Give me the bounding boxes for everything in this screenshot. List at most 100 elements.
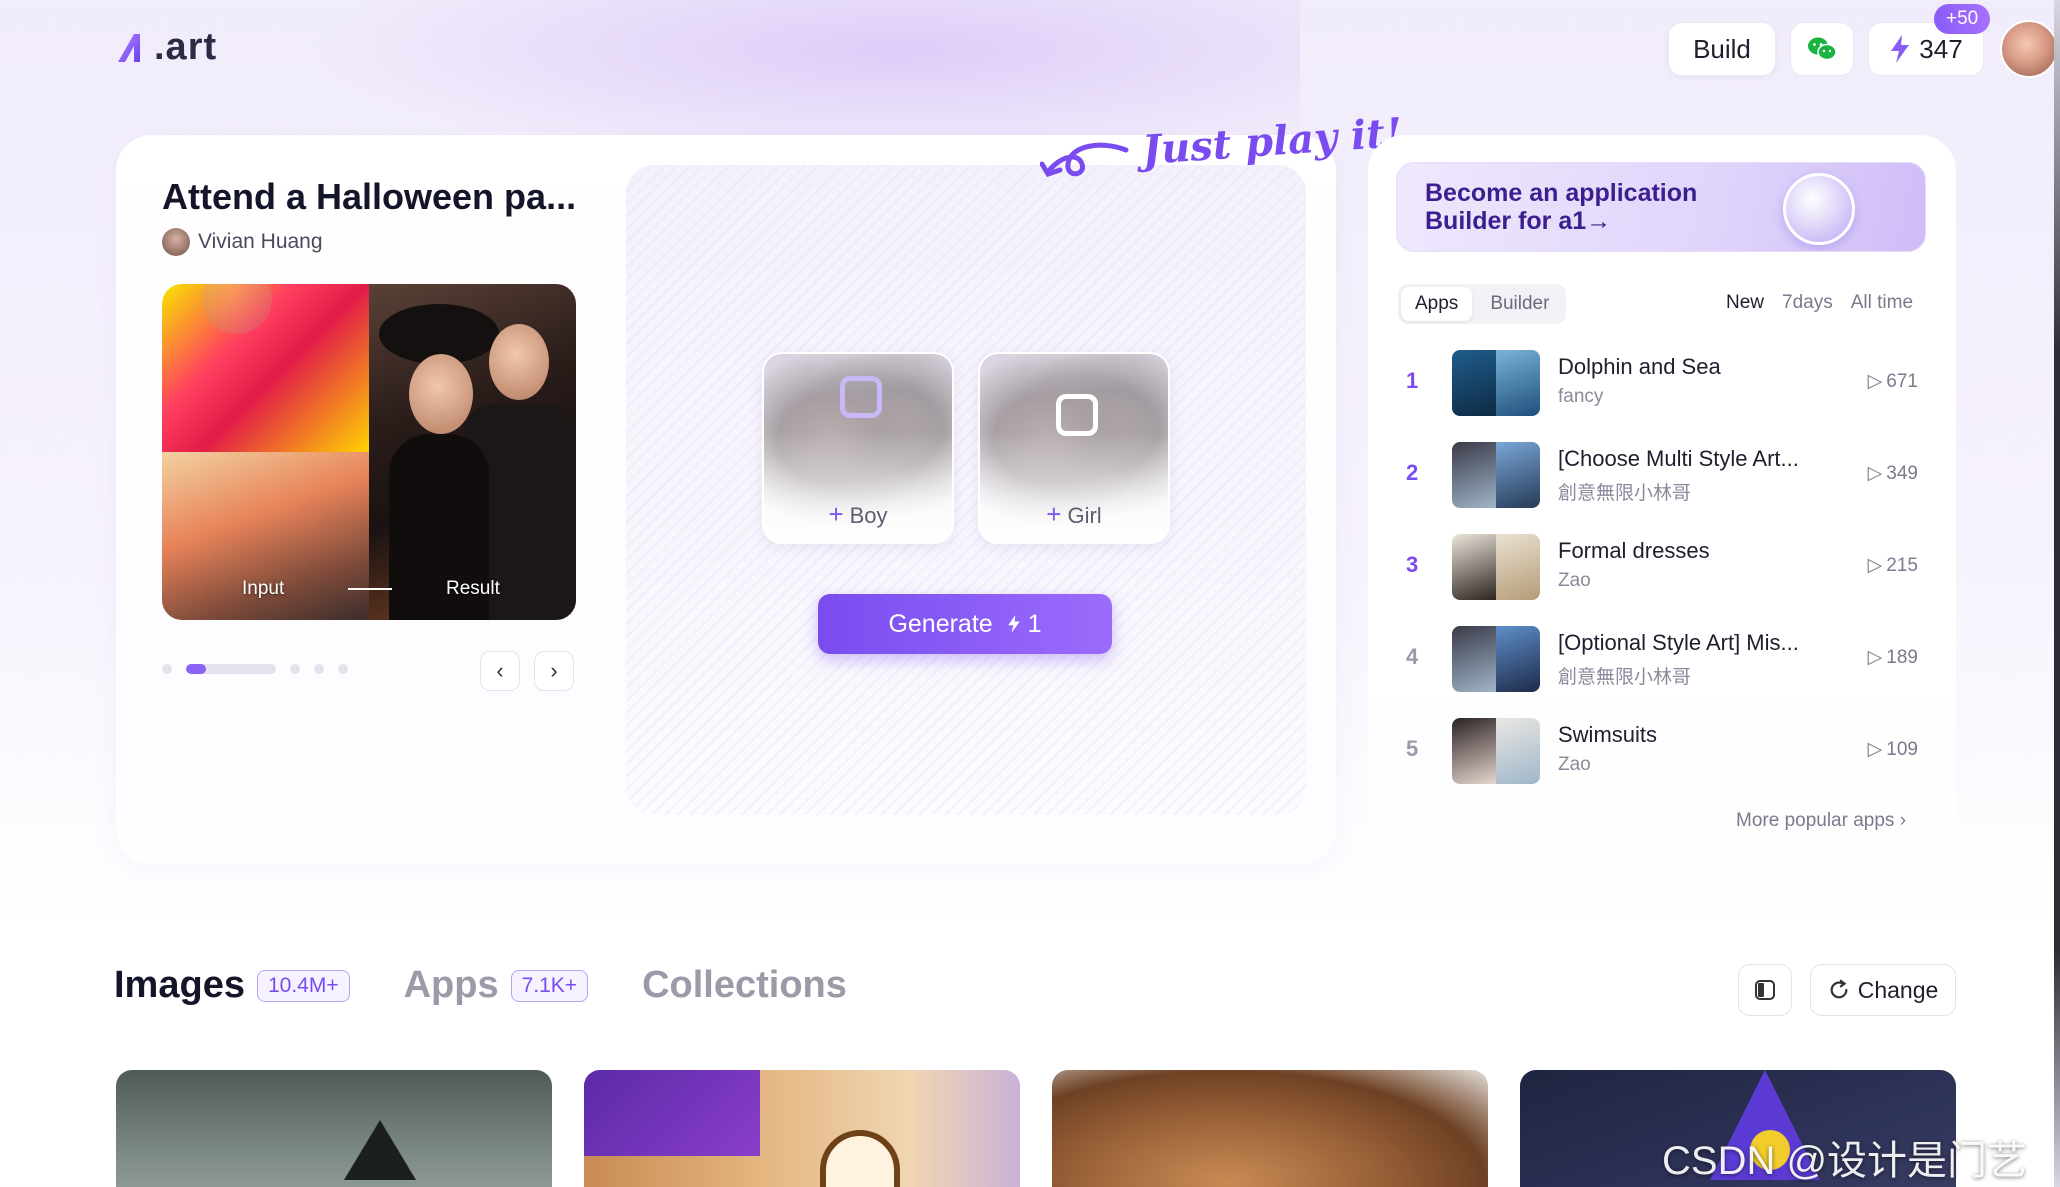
carousel-prev-button[interactable]: ‹	[480, 651, 520, 691]
ranking-row[interactable]: 4 [Optional Style Art] Mis... 創意無限小林哥 ▷ 1…	[1398, 624, 1918, 694]
app-author: Zao	[1558, 754, 1591, 775]
play-count: ▷ 215	[1867, 554, 1918, 577]
gallery-item[interactable]	[584, 1070, 1020, 1187]
tab-apps[interactable]: Apps	[1401, 287, 1473, 321]
lightning-icon	[1007, 614, 1020, 633]
gallery-item[interactable]	[116, 1070, 552, 1187]
app-thumbnail	[1452, 534, 1540, 600]
app-author: 創意無限小林哥	[1558, 667, 1692, 688]
play-icon: ▷	[1867, 371, 1883, 392]
app-name: Swimsuits	[1558, 722, 1658, 747]
count-badge: 7.1K+	[510, 969, 589, 1002]
app-thumbnail	[1452, 718, 1540, 784]
wechat-button[interactable]	[1790, 22, 1854, 76]
top-bar: .art Build 347 +50	[0, 0, 2060, 100]
window-edge	[2054, 0, 2060, 1187]
carousel-dot[interactable]	[314, 664, 324, 674]
app-title[interactable]: Attend a Halloween pa...	[162, 176, 576, 218]
boy-photo-slot[interactable]: + Boy	[762, 352, 954, 544]
tab-images[interactable]: Images 10.4M+	[114, 964, 350, 1007]
chevron-right-icon: ›	[1899, 810, 1907, 831]
play-count: ▷ 189	[1867, 646, 1918, 669]
chevron-right-icon: ›	[550, 658, 558, 683]
tab-apps-section[interactable]: Apps 7.1K+	[404, 964, 589, 1007]
carousel-dots	[162, 664, 348, 674]
logo-text: .art	[154, 26, 218, 68]
layout-toggle-button[interactable]	[1738, 964, 1792, 1016]
coin-icon	[1783, 173, 1855, 245]
lightning-icon	[1891, 35, 1910, 63]
play-count: ▷ 349	[1867, 462, 1918, 485]
filter-new[interactable]: New	[1726, 292, 1764, 314]
rank-number: 4	[1406, 644, 1419, 669]
play-icon: ▷	[1867, 647, 1883, 668]
generate-label: Generate	[888, 609, 993, 638]
play-icon: ▷	[1867, 463, 1883, 484]
app-author[interactable]: Vivian Huang	[162, 228, 323, 256]
ranking-row[interactable]: 2 [Choose Multi Style Art... 創意無限小林哥 ▷ 34…	[1398, 440, 1918, 510]
app-name: [Choose Multi Style Art...	[1558, 446, 1799, 471]
carousel-dot[interactable]	[338, 664, 348, 674]
face-frame-icon	[1056, 394, 1098, 436]
input-photo-top	[162, 284, 369, 452]
app-name: [Optional Style Art] Mis...	[1558, 630, 1799, 655]
play-count: ▷ 109	[1867, 738, 1918, 761]
refresh-icon	[1830, 979, 1848, 999]
time-filters: New 7days All time	[1726, 292, 1913, 314]
app-author: Zao	[1558, 570, 1591, 591]
plus-icon: +	[828, 499, 844, 529]
app-author: 創意無限小林哥	[1558, 483, 1692, 504]
play-count: ▷ 671	[1867, 370, 1918, 393]
ranking-row[interactable]: 5 Swimsuits Zao ▷ 109	[1398, 716, 1918, 786]
generate-button[interactable]: Generate 1	[818, 594, 1112, 654]
play-icon: ▷	[1867, 739, 1883, 760]
content-tabs: Images 10.4M+ Apps 7.1K+ Collections	[114, 964, 901, 1007]
app-thumbnail	[1452, 350, 1540, 416]
logo-mark-icon	[118, 33, 140, 62]
logo[interactable]: .art	[114, 26, 217, 69]
ranking-row[interactable]: 3 Formal dresses Zao ▷ 215	[1398, 532, 1918, 602]
face-frame-icon	[840, 376, 882, 418]
result-photo	[369, 284, 576, 620]
filter-all-time[interactable]: All time	[1851, 292, 1913, 314]
just-play-caption: Just play it!	[1140, 108, 1404, 175]
app-author: fancy	[1558, 386, 1604, 407]
gallery-item[interactable]	[1052, 1070, 1488, 1187]
wechat-icon	[1808, 37, 1837, 61]
layout-icon	[1755, 980, 1775, 1000]
plus-icon: +	[1046, 499, 1062, 529]
banner-text: Become an application Builder for a1→	[1425, 179, 1698, 235]
tab-collections[interactable]: Collections	[642, 964, 847, 1007]
carousel-dot-active[interactable]	[186, 664, 276, 674]
play-area	[626, 165, 1306, 815]
example-preview[interactable]: Input Result	[162, 284, 576, 620]
girl-photo-slot[interactable]: + Girl	[978, 352, 1170, 544]
user-avatar[interactable]	[2000, 20, 2058, 78]
watermark-text: CSDN @设计是门艺术	[1662, 1139, 2028, 1183]
app-thumbnail	[1452, 626, 1540, 692]
ranking-segment: Apps Builder	[1398, 284, 1566, 324]
boy-slot-label: Boy	[849, 503, 888, 528]
tab-builder[interactable]: Builder	[1476, 287, 1563, 321]
girl-slot-label: Girl	[1067, 503, 1102, 528]
carousel-next-button[interactable]: ›	[534, 651, 574, 691]
count-badge: 10.4M+	[256, 969, 350, 1002]
carousel-dot[interactable]	[290, 664, 300, 674]
change-button[interactable]: Change	[1810, 964, 1956, 1016]
curly-arrow-icon	[1040, 142, 1129, 178]
build-button[interactable]: Build	[1668, 22, 1776, 76]
ranking-row[interactable]: 1 Dolphin and Sea fancy ▷ 671	[1398, 348, 1918, 418]
rank-number: 3	[1406, 552, 1419, 577]
generate-cost: 1	[1007, 610, 1042, 639]
chevron-left-icon: ‹	[496, 658, 504, 683]
carousel-dot[interactable]	[162, 664, 172, 674]
bonus-badge: +50	[1934, 4, 1991, 34]
play-icon: ▷	[1867, 555, 1883, 576]
more-popular-apps-link[interactable]: More popular apps ›	[1736, 810, 1906, 832]
builder-banner[interactable]: Become an application Builder for a1→	[1396, 162, 1926, 252]
rank-number: 5	[1406, 736, 1419, 761]
credits-value: 347	[1919, 33, 1963, 64]
result-label: Result	[446, 578, 500, 599]
filter-7days[interactable]: 7days	[1782, 292, 1833, 314]
generate-cost-value: 1	[1027, 609, 1042, 638]
